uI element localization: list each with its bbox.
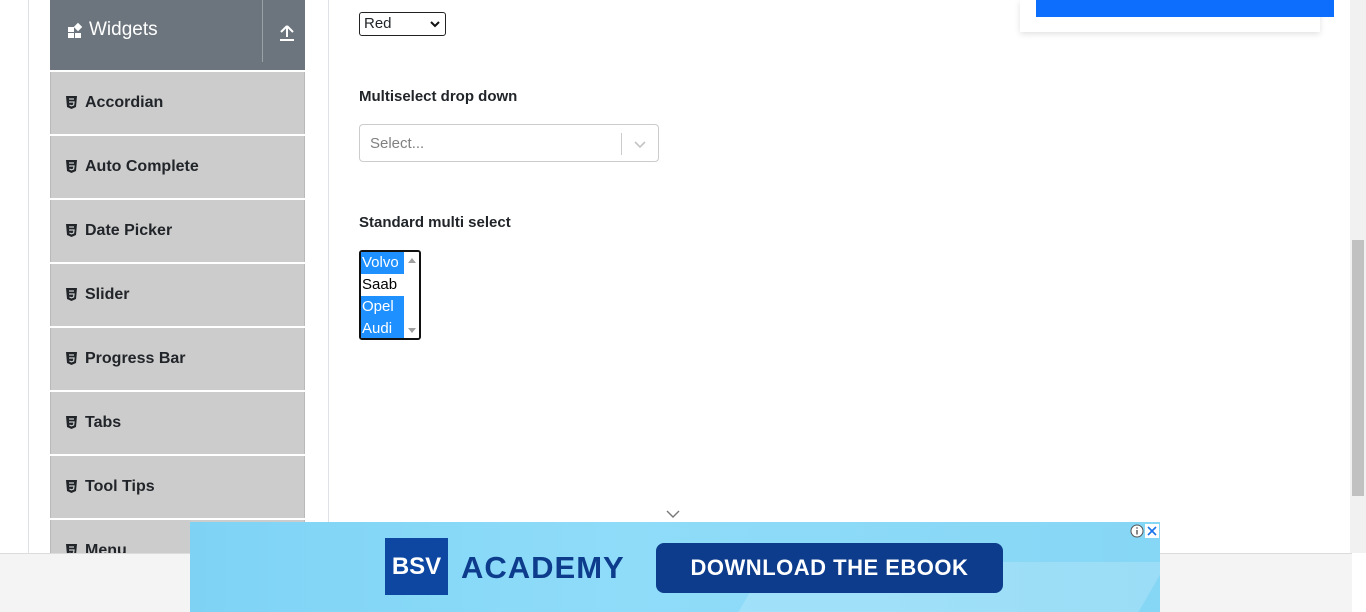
collapse-upload-icon[interactable] (276, 22, 298, 44)
ad-brand: ACADEMY (461, 550, 625, 585)
html5-icon (66, 96, 77, 109)
sidebar-item-date-picker[interactable]: Date Picker (50, 200, 305, 262)
old-style-select[interactable]: Red (359, 12, 446, 36)
multiselect-label: Multiselect drop down (359, 88, 518, 105)
widgets-group-header[interactable]: Widgets (50, 0, 305, 70)
option-audi[interactable]: Audi (361, 318, 404, 338)
option-opel[interactable]: Opel (361, 296, 404, 318)
sidebar-item-slider[interactable]: Slider (50, 264, 305, 326)
sidebar-item-label: Tabs (85, 414, 122, 431)
sidebar-item-label: Auto Complete (85, 158, 199, 175)
top-ad-bar (1036, 0, 1334, 17)
chevron-down-icon[interactable] (666, 509, 680, 519)
top-ad[interactable] (1020, 0, 1334, 32)
sidebar: Widgets Accordian Auto Complete Date Pic… (50, 0, 305, 553)
html5-icon (66, 480, 77, 493)
indicator-separator (621, 133, 622, 155)
sidebar-item-label: Accordian (85, 94, 164, 111)
sidebar-item-tool-tips[interactable]: Tool Tips (50, 456, 305, 518)
sidebar-item-label: Menu (85, 542, 127, 553)
widgets-group-title: Widgets (89, 19, 158, 40)
chevron-down-icon[interactable] (633, 137, 647, 151)
page-left-border (28, 0, 29, 553)
html5-icon (66, 416, 77, 429)
old-style-select-value: Red (364, 15, 392, 32)
sidebar-item-label: Slider (85, 286, 130, 303)
close-icon[interactable] (1145, 524, 1159, 538)
bottom-ad-banner[interactable]: BSV ACADEMY DOWNLOAD THE EBOOK (190, 522, 1160, 612)
widgets-icon (68, 22, 83, 38)
sidebar-item-auto-complete[interactable]: Auto Complete (50, 136, 305, 198)
html5-icon (66, 160, 77, 173)
list-scrollbar[interactable] (405, 252, 419, 338)
scroll-up-icon[interactable] (408, 257, 416, 263)
standard-multi-select[interactable]: Volvo Saab Opel Audi (359, 250, 421, 340)
info-icon[interactable] (1130, 524, 1144, 538)
ad-download-button[interactable]: DOWNLOAD THE EBOOK (656, 543, 1003, 593)
sidebar-item-progress-bar[interactable]: Progress Bar (50, 328, 305, 390)
sidebar-item-label: Date Picker (85, 222, 173, 239)
sidebar-item-label: Tool Tips (85, 478, 155, 495)
option-saab[interactable]: Saab (361, 274, 404, 296)
option-volvo[interactable]: Volvo (361, 252, 404, 274)
scrollbar-thumb[interactable] (1352, 240, 1364, 496)
html5-icon (66, 352, 77, 365)
content-divider (328, 0, 329, 553)
scroll-down-icon[interactable] (408, 328, 416, 334)
sidebar-item-tabs[interactable]: Tabs (50, 392, 305, 454)
html5-icon (66, 224, 77, 237)
standard-multi-select-label: Standard multi select (359, 214, 511, 231)
multiselect-placeholder: Select... (370, 135, 425, 152)
html5-icon (66, 288, 77, 301)
page-scrollbar[interactable] (1350, 0, 1366, 553)
header-separator (262, 0, 263, 62)
sidebar-item-label: Progress Bar (85, 350, 186, 367)
sidebar-item-accordian[interactable]: Accordian (50, 72, 305, 134)
multiselect-dropdown[interactable]: Select... (359, 124, 659, 162)
chevron-down-icon (430, 21, 440, 28)
html5-icon (66, 544, 77, 553)
ad-logo: BSV (385, 538, 448, 595)
